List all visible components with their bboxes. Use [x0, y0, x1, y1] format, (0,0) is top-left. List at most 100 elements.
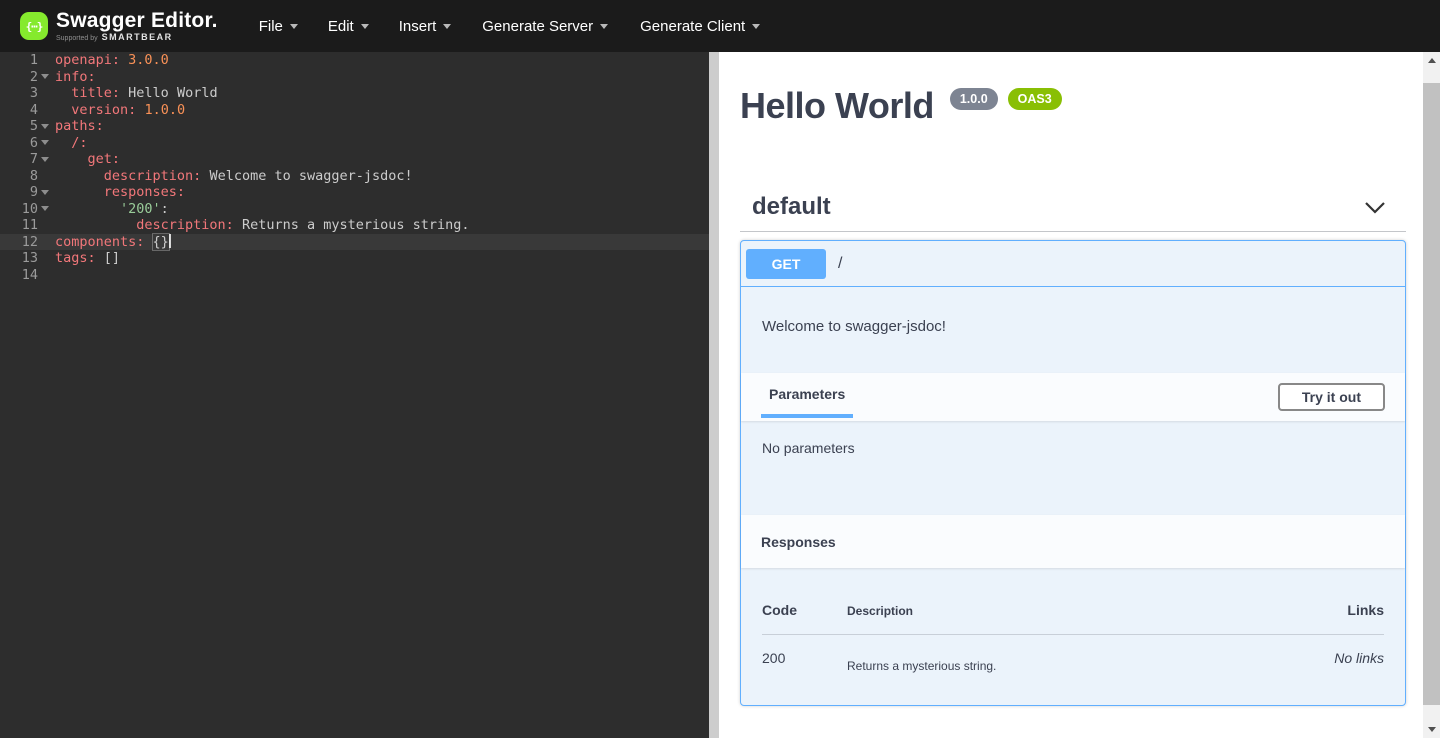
tag-name: default [752, 193, 831, 221]
fold-toggle-icon[interactable] [38, 124, 52, 129]
responses-body: Code Description Links 200 Returns a mys… [741, 568, 1405, 705]
code-line-text: openapi: 3.0.0 [52, 52, 169, 69]
line-number: 3 [0, 85, 38, 102]
code-token [55, 201, 120, 217]
code-token [55, 184, 104, 200]
menu-label: Generate Client [640, 18, 745, 35]
code-token: description: [136, 217, 234, 233]
editor-gutter-cell: 11 [0, 217, 52, 234]
line-number: 6 [0, 135, 38, 152]
editor-line: 4 version: 1.0.0 [0, 102, 709, 119]
code-line-text: tags: [] [52, 250, 120, 267]
col-header-links: Links [1294, 602, 1384, 618]
parameters-body: No parameters [741, 421, 1405, 515]
brand-block: Swagger Editor. Supported by SMARTBEAR [56, 10, 218, 42]
fold-toggle-icon[interactable] [38, 190, 52, 195]
operation-summary[interactable]: GET / [741, 241, 1405, 287]
code-token: openapi: [55, 52, 120, 68]
line-number: 11 [0, 217, 38, 234]
code-token: tags: [55, 250, 96, 266]
fold-toggle-icon[interactable] [38, 206, 52, 211]
swagger-logo-icon: {⋯} [20, 12, 48, 40]
fold-toggle-icon[interactable] [38, 140, 52, 145]
code-token: Returns a mysterious string. [234, 217, 470, 233]
editor-line: 6 /: [0, 135, 709, 152]
code-token: paths: [55, 118, 104, 134]
code-token: Welcome to swagger-jsdoc! [201, 168, 412, 184]
text-cursor [169, 234, 171, 248]
menu-generate-server[interactable]: Generate Server [466, 10, 624, 43]
editor-gutter-cell: 7 [0, 151, 52, 168]
editor-gutter-cell: 8 [0, 168, 52, 185]
scroll-down-icon[interactable] [1423, 721, 1440, 738]
line-number: 1 [0, 52, 38, 69]
try-it-out-button[interactable]: Try it out [1278, 383, 1385, 411]
line-number: 7 [0, 151, 38, 168]
code-token: info: [55, 69, 96, 85]
editor-line: 8 description: Welcome to swagger-jsdoc! [0, 168, 709, 185]
code-token: responses: [104, 184, 185, 200]
editor-line: 9 responses: [0, 184, 709, 201]
response-links: No links [1294, 650, 1384, 673]
fold-toggle-icon[interactable] [38, 74, 52, 79]
menu-file[interactable]: File [244, 10, 313, 43]
operation-description: Welcome to swagger-jsdoc! [741, 287, 1405, 373]
code-line-text: /: [52, 135, 88, 152]
responses-table: Code Description Links 200 Returns a mys… [762, 588, 1384, 673]
tab-parameters: Parameters [761, 373, 853, 418]
scroll-up-icon[interactable] [1423, 52, 1440, 69]
editor-gutter-cell: 9 [0, 184, 52, 201]
code-token: [] [104, 250, 120, 266]
code-line-text: version: 1.0.0 [52, 102, 185, 119]
editor-line: 10 '200': [0, 201, 709, 218]
operation-path-link[interactable]: / [838, 255, 842, 273]
caret-down-icon [290, 24, 298, 29]
line-number: 12 [0, 234, 38, 251]
line-number: 5 [0, 118, 38, 135]
menu-generate-client[interactable]: Generate Client [624, 10, 776, 43]
line-number: 2 [0, 69, 38, 86]
code-line-text: info: [52, 69, 96, 86]
tag-section-header[interactable]: default [740, 193, 1406, 232]
editor-line: 13tags: [] [0, 250, 709, 267]
vertical-scrollbar[interactable] [1423, 52, 1440, 738]
responses-section-header: Responses [741, 515, 1405, 568]
col-header-description: Description [847, 604, 1294, 618]
editor-gutter-cell: 3 [0, 85, 52, 102]
line-number: 4 [0, 102, 38, 119]
editor-gutter-cell: 13 [0, 250, 52, 267]
code-token: Hello World [120, 85, 218, 101]
http-method-badge: GET [746, 249, 826, 279]
yaml-editor[interactable]: 1 openapi: 3.0.0 2 info: 3 title: Hello Worl… [0, 52, 709, 738]
code-token: '200' [120, 201, 161, 217]
code-token [55, 135, 71, 151]
smartbear-logo-text: SMARTBEAR [102, 33, 173, 42]
menu-insert[interactable]: Insert [384, 10, 467, 43]
scrollbar-thumb[interactable] [1423, 83, 1440, 705]
chevron-down-icon[interactable] [1364, 201, 1386, 214]
editor-gutter-cell: 10 [0, 201, 52, 218]
caret-down-icon [361, 24, 369, 29]
logo-braces-glyph: {⋯} [26, 20, 43, 33]
editor-line: 1 openapi: 3.0.0 [0, 52, 709, 69]
code-token: 3.0.0 [128, 52, 169, 68]
caret-down-icon [752, 24, 760, 29]
menu-edit[interactable]: Edit [313, 10, 384, 43]
fold-toggle-icon[interactable] [38, 157, 52, 162]
editor-line: 2 info: [0, 69, 709, 86]
pane-splitter[interactable] [709, 52, 719, 738]
code-token [120, 52, 128, 68]
col-header-code: Code [762, 602, 847, 618]
code-token: title: [71, 85, 120, 101]
oas3-badge: OAS3 [1008, 88, 1062, 110]
code-line-text: get: [52, 151, 120, 168]
code-token [96, 250, 104, 266]
response-code: 200 [762, 650, 847, 673]
response-description: Returns a mysterious string. [847, 650, 1294, 673]
editor-gutter-cell: 1 [0, 52, 52, 69]
menu-label: Edit [328, 18, 354, 35]
code-line-text [52, 267, 55, 284]
code-line-text: description: Returns a mysterious string… [52, 217, 470, 234]
responses-title: Responses [761, 534, 836, 550]
code-token: : [161, 201, 169, 217]
